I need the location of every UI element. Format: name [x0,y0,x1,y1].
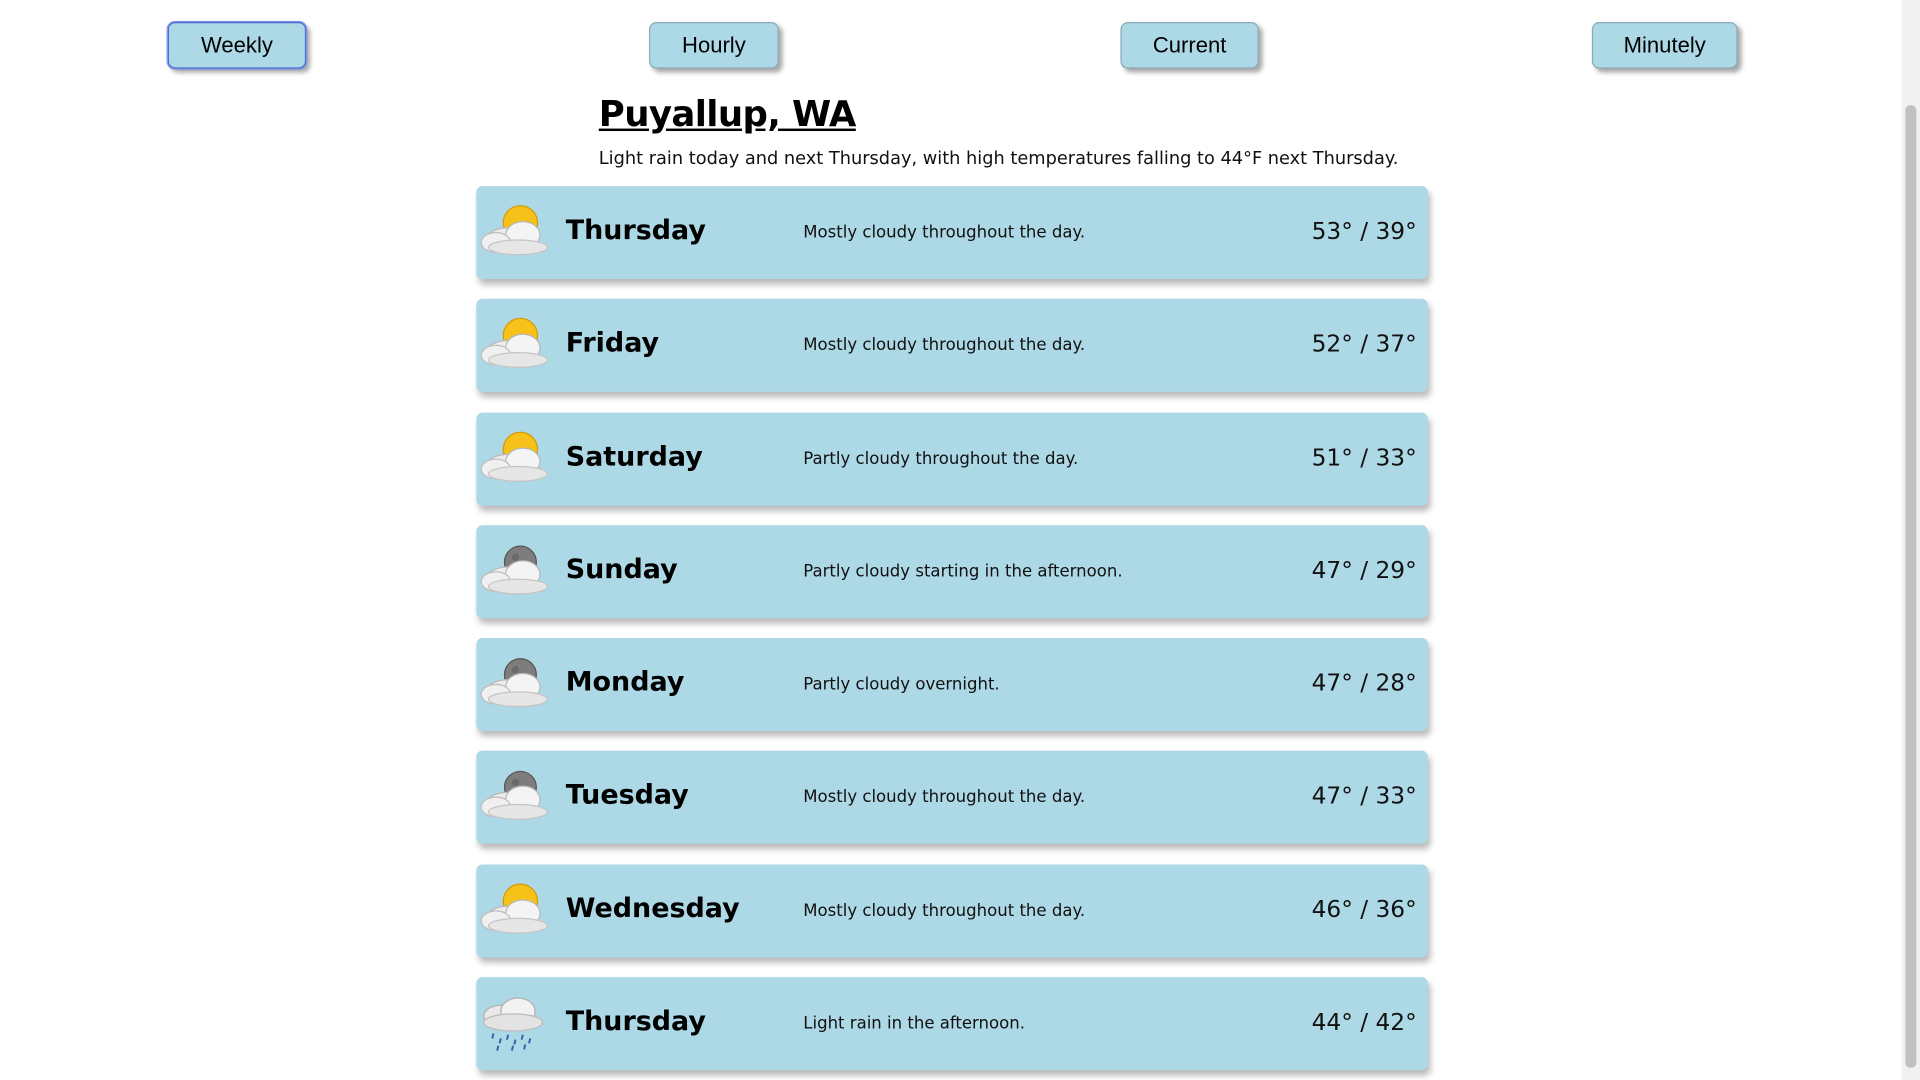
forecast-card: Monday Partly cloudy overnight. 47° / 28° [476,637,1428,732]
location-title: Puyallup, WA [598,93,857,135]
partly-cloudy-day-icon [476,311,552,375]
forecast-temperature: 47° / 29° [1311,557,1417,585]
forecast-card: Saturday Partly cloudy throughout the day… [476,412,1428,506]
forecast-description: Partly cloudy throughout the day. [803,449,1079,469]
partly-cloudy-night-icon [476,763,552,827]
minutely-button[interactable]: Minutely [1591,22,1738,69]
forecast-card: Thursday Light rain in the afternoon. 44° … [476,977,1428,1071]
forecast-day: Friday [565,328,660,359]
forecast-card: Tuesday Mostly cloudy throughout the day.… [476,750,1428,844]
partly-cloudy-night-icon [476,650,552,714]
partly-cloudy-night-icon [476,538,552,602]
current-button[interactable]: Current [1120,22,1259,69]
scrollbar-thumb[interactable] [1905,105,1917,1068]
forecast-temperature: 53° / 39° [1311,217,1417,245]
forecast-day: Monday [565,667,685,698]
forecast-description: Mostly cloudy throughout the day. [803,222,1086,243]
partly-cloudy-day-icon [476,198,552,262]
forecast-temperature: 47° / 28° [1311,669,1417,697]
forecast-temperature: 51° / 33° [1311,444,1417,472]
partly-cloudy-day-icon [476,425,552,489]
forecast-description: Partly cloudy overnight. [803,674,1000,695]
forecast-description: Mostly cloudy throughout the day. [803,901,1086,921]
forecast-day: Thursday [565,1006,706,1038]
forecast-temperature: 46° / 36° [1311,896,1417,924]
hourly-button[interactable]: Hourly [648,22,779,69]
forecast-description: Mostly cloudy throughout the day. [803,335,1086,356]
forecast-description: Mostly cloudy throughout the day. [803,787,1086,807]
partly-cloudy-day-icon [476,877,552,941]
forecast-card: Sunday Partly cloudy starting in the afte… [476,525,1428,619]
forecast-temperature: 44° / 42° [1311,1008,1417,1036]
forecast-card: Wednesday Mostly cloudy throughout the da… [476,864,1428,958]
scrollbar[interactable] [1901,0,1920,1080]
forecast-summary: Light rain today and next Thursday, with… [598,149,1399,169]
forecast-day: Thursday [565,215,706,247]
forecast-temperature: 47° / 33° [1311,782,1417,810]
forecast-card: Friday Mostly cloudy throughout the day. 5… [476,298,1428,392]
forecast-day: Sunday [565,554,678,586]
forecast-day: Wednesday [565,893,740,925]
forecast-description: Partly cloudy starting in the afternoon. [803,562,1123,582]
weather-app: Weekly Hourly Current Minutely Puyallup,… [0,0,1920,1080]
forecast-day: Saturday [565,442,703,473]
forecast-description: Light rain in the afternoon. [803,1013,1026,1034]
forecast-temperature: 52° / 37° [1311,330,1417,358]
forecast-card: Thursday Mostly cloudy throughout the day… [476,186,1428,280]
weekly-button[interactable]: Weekly [166,20,308,70]
forecast-day: Tuesday [565,780,689,811]
rain-icon [476,989,552,1053]
